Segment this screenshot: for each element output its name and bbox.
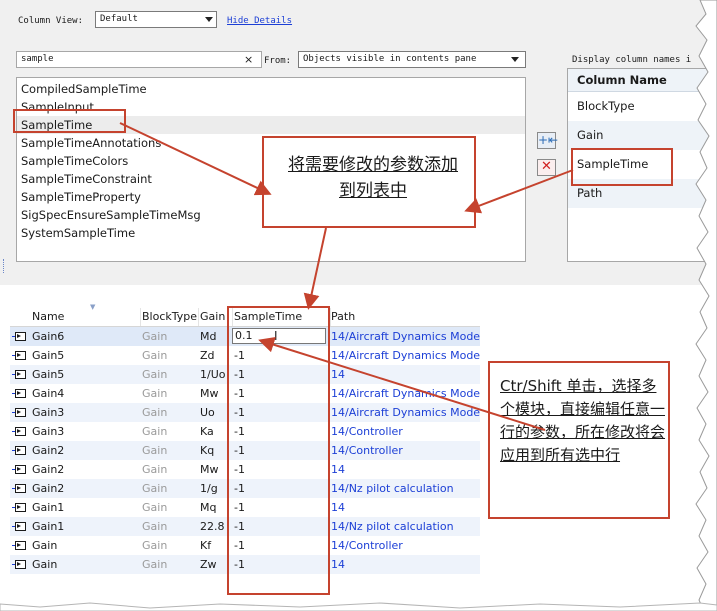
arrow-multi-edit-to-cell (258, 336, 546, 431)
arrow-item-to-callout (119, 122, 272, 196)
annotation-arrows (119, 122, 574, 431)
arrow-column-to-callout (464, 169, 574, 214)
arrow-callout-to-table (303, 227, 327, 310)
